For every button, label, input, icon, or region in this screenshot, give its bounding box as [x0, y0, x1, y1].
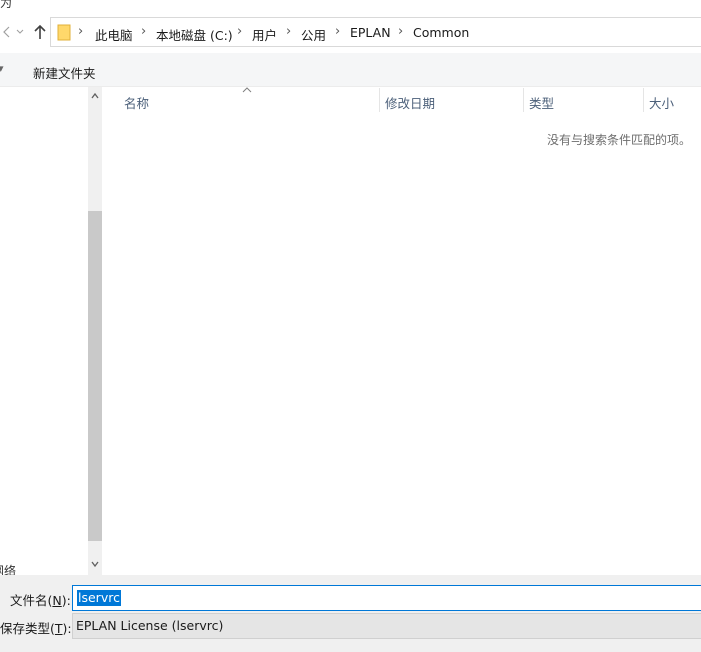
sort-ascending-icon — [242, 83, 252, 97]
breadcrumb-common[interactable]: Common — [413, 25, 469, 40]
navigation-pane[interactable] — [0, 87, 88, 575]
column-divider[interactable] — [643, 88, 644, 112]
breadcrumb-users[interactable]: 用户 — [252, 25, 277, 44]
column-header-name[interactable]: 名称 — [124, 93, 149, 112]
breadcrumb-local-disk[interactable]: 本地磁盘 (C:) — [156, 25, 233, 44]
filetype-label: 保存类型(T): — [0, 618, 72, 637]
breadcrumb-eplan[interactable]: EPLAN — [350, 25, 391, 40]
file-list[interactable] — [103, 87, 701, 575]
column-divider[interactable] — [379, 88, 380, 112]
arrow-up-icon[interactable] — [32, 23, 48, 41]
empty-results-message: 没有与搜索条件匹配的项。 — [547, 133, 692, 147]
filename-label-key: N — [52, 593, 62, 608]
scroll-down-icon[interactable] — [88, 558, 102, 572]
filename-label: 文件名(N): — [10, 590, 71, 609]
organize-dropdown-fragment[interactable]: ▾ — [0, 62, 4, 75]
column-divider[interactable] — [523, 88, 524, 112]
breadcrumb-separator[interactable]: › — [398, 24, 403, 39]
filename-input-value[interactable]: lservrc — [77, 590, 121, 606]
window-title-fragment: 为 — [0, 0, 13, 10]
filename-label-prefix: 文件名( — [10, 593, 53, 608]
scroll-up-icon[interactable] — [88, 90, 102, 104]
filetype-label-key: T — [54, 621, 63, 636]
breadcrumb-separator[interactable]: › — [78, 24, 83, 39]
nav-scrollbar-thumb[interactable] — [88, 211, 102, 541]
breadcrumb-public[interactable]: 公用 — [301, 25, 326, 44]
filename-label-suffix: ): — [61, 593, 71, 608]
filename-input[interactable] — [72, 585, 701, 611]
breadcrumb-separator[interactable]: › — [335, 24, 340, 39]
folder-icon — [57, 24, 71, 41]
breadcrumb-separator[interactable]: › — [286, 24, 291, 39]
new-folder-button[interactable]: 新建文件夹 — [33, 63, 96, 82]
chevron-down-icon[interactable] — [14, 25, 26, 39]
breadcrumb-separator[interactable]: › — [237, 24, 242, 39]
filetype-select-value[interactable]: EPLAN License (lservrc) — [76, 618, 223, 633]
breadcrumb-separator[interactable]: › — [141, 24, 146, 39]
column-header-size[interactable]: 大小 — [649, 93, 674, 112]
command-bar — [0, 53, 701, 87]
filetype-label-prefix: 保存类型( — [0, 621, 55, 636]
column-header-type[interactable]: 类型 — [529, 93, 554, 112]
column-header-date-modified[interactable]: 修改日期 — [385, 93, 435, 112]
breadcrumb-this-pc[interactable]: 此电脑 — [95, 25, 133, 44]
chevron-left-icon[interactable] — [1, 25, 13, 39]
filetype-label-suffix: ): — [62, 621, 72, 636]
